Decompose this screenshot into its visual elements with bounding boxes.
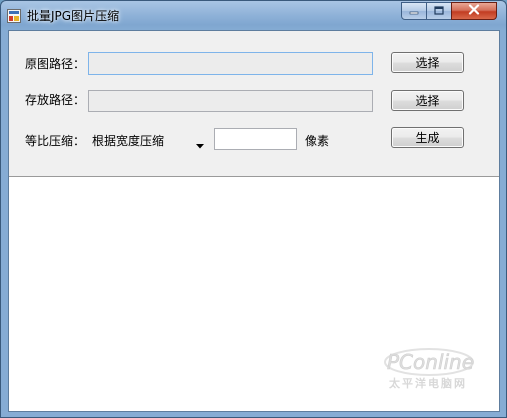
scale-mode-dropdown[interactable]: 根据宽度压缩 <box>88 128 208 150</box>
close-icon <box>468 4 480 18</box>
output-log[interactable]: PConline 太平洋电脑网 <box>9 176 499 411</box>
close-button[interactable] <box>451 2 497 20</box>
title-bar[interactable]: 批量JPG图片压缩 <box>1 1 506 29</box>
maximize-button[interactable] <box>426 2 452 20</box>
source-path-input[interactable] <box>88 52 373 75</box>
chevron-down-icon <box>196 138 204 149</box>
size-input[interactable] <box>214 128 297 150</box>
save-path-input[interactable] <box>88 90 373 112</box>
watermark-subtext: 太平洋电脑网 <box>389 377 467 390</box>
save-path-label: 存放路径： <box>25 93 86 107</box>
scale-label: 等比压缩： <box>25 134 86 148</box>
scale-mode-selected: 根据宽度压缩 <box>92 134 165 148</box>
minimize-button[interactable] <box>401 2 427 20</box>
select-source-button[interactable]: 选择 <box>391 52 464 73</box>
pconline-watermark-logo: PConline <box>381 342 491 378</box>
generate-button[interactable]: 生成 <box>391 127 464 148</box>
maximize-icon <box>434 4 444 18</box>
client-area: 原图路径： 选择 存放路径： 选择 等比压缩： 根据宽度压缩 像素 生成 PCo… <box>8 30 500 412</box>
source-path-label: 原图路径： <box>25 57 86 71</box>
svg-text:PConline: PConline <box>387 350 474 374</box>
window-title: 批量JPG图片压缩 <box>27 9 120 23</box>
select-save-button[interactable]: 选择 <box>391 90 464 111</box>
app-icon <box>7 9 21 23</box>
minimize-icon <box>409 4 419 18</box>
app-window: 批量JPG图片压缩 原图路径： 选择 存放路径： 选择 等比压缩： 根据宽度压缩 <box>0 0 507 418</box>
pixel-unit-label: 像素 <box>305 134 330 148</box>
